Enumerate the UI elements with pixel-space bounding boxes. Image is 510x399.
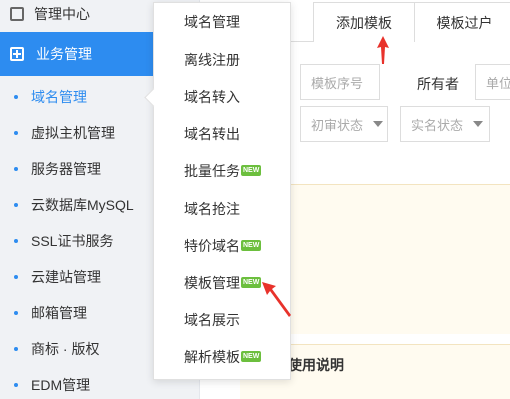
- submenu-item-label: 模板管理: [184, 275, 240, 291]
- sidebar-item-label: 商标 · 版权: [31, 341, 100, 357]
- submenu-item-domain-snatch[interactable]: 域名抢注: [184, 199, 240, 219]
- new-badge: NEW: [241, 239, 262, 251]
- submenu-item-domain-transfer-in[interactable]: 域名转入: [184, 87, 240, 107]
- new-badge: NEW: [241, 276, 262, 288]
- sidebar-item-label: 域名管理: [31, 89, 87, 105]
- submenu-item-label: 域名管理: [184, 14, 240, 30]
- submenu-item-dns-template[interactable]: 解析模板 NEW: [184, 347, 262, 367]
- submenu-item-label: 解析模板: [184, 349, 240, 365]
- submenu-item-domain-transfer-out[interactable]: 域名转出: [184, 124, 240, 144]
- new-badge: NEW: [241, 350, 262, 362]
- submenu-item-template-management[interactable]: 模板管理 NEW: [184, 273, 262, 293]
- submenu-item-label: 离线注册: [184, 52, 240, 68]
- chevron-down-icon: [473, 121, 484, 127]
- input-placeholder: 单位: [486, 75, 510, 91]
- sidebar-top-label: 管理中心: [34, 6, 90, 22]
- submenu-item-label: 特价域名: [184, 238, 240, 254]
- template-number-input[interactable]: 模板序号: [300, 64, 380, 100]
- submenu-item-domain-showcase[interactable]: 域名展示: [184, 310, 240, 330]
- tab-label: 添加模板: [336, 14, 392, 31]
- usage-title: 使用说明: [288, 357, 344, 373]
- sidebar-item-label: SSL证书服务: [31, 233, 114, 249]
- bullet-icon: [14, 95, 18, 99]
- submenu-item-label: 域名转入: [184, 89, 240, 105]
- tab-add-template[interactable]: 添加模板: [313, 2, 415, 42]
- initial-status-select[interactable]: 初审状态: [300, 106, 388, 142]
- submenu-item-label: 域名转出: [184, 126, 240, 142]
- new-badge: NEW: [241, 164, 262, 176]
- domain-submenu-popup: 域名管理 离线注册 域名转入 域名转出 批量任务 NEW 域名抢注 特价域名 N…: [153, 2, 291, 380]
- sidebar-item-label: 云数据库MySQL: [31, 197, 134, 213]
- select-value: 初审状态: [311, 117, 364, 133]
- bullet-icon: [14, 131, 18, 135]
- chevron-down-icon: [373, 121, 384, 127]
- bullet-icon: [14, 383, 18, 387]
- realname-status-select[interactable]: 实名状态: [400, 106, 490, 142]
- bullet-icon: [14, 347, 18, 351]
- bullet-icon: [14, 167, 18, 171]
- sidebar-item-label: 虚拟主机管理: [31, 125, 115, 141]
- sidebar-item-label: 服务器管理: [31, 161, 101, 177]
- bullet-icon: [14, 203, 18, 207]
- tab-template-transfer[interactable]: 模板过户: [415, 2, 510, 42]
- input-placeholder: 模板序号: [311, 75, 364, 91]
- bullet-icon: [14, 239, 18, 243]
- sidebar-item-label: 云建站管理: [31, 269, 101, 285]
- bullet-icon: [14, 311, 18, 315]
- red-arrow-icon: [377, 36, 389, 64]
- submenu-item-label: 域名展示: [184, 312, 240, 328]
- home-icon: [10, 7, 24, 21]
- submenu-item-label: 域名抢注: [184, 201, 240, 217]
- bullet-icon: [14, 275, 18, 279]
- sidebar-item-label: 邮箱管理: [31, 305, 87, 321]
- owner-unit-input[interactable]: 单位: [475, 64, 510, 100]
- submenu-item-special-price-domain[interactable]: 特价域名 NEW: [184, 236, 262, 256]
- red-arrow-icon: [262, 282, 291, 317]
- sidebar-item-label: EDM管理: [31, 377, 91, 393]
- tab-label: 模板过户: [436, 14, 493, 31]
- section-label: 业务管理: [36, 46, 92, 62]
- select-value: 实名状态: [411, 117, 464, 133]
- submenu-item-batch-task[interactable]: 批量任务 NEW: [184, 161, 262, 181]
- submenu-item-domain-management[interactable]: 域名管理: [184, 12, 240, 32]
- owner-label: 所有者: [417, 76, 459, 92]
- submenu-item-offline-register[interactable]: 离线注册: [184, 50, 240, 70]
- grid-icon: [10, 47, 24, 61]
- submenu-item-label: 批量任务: [184, 163, 240, 179]
